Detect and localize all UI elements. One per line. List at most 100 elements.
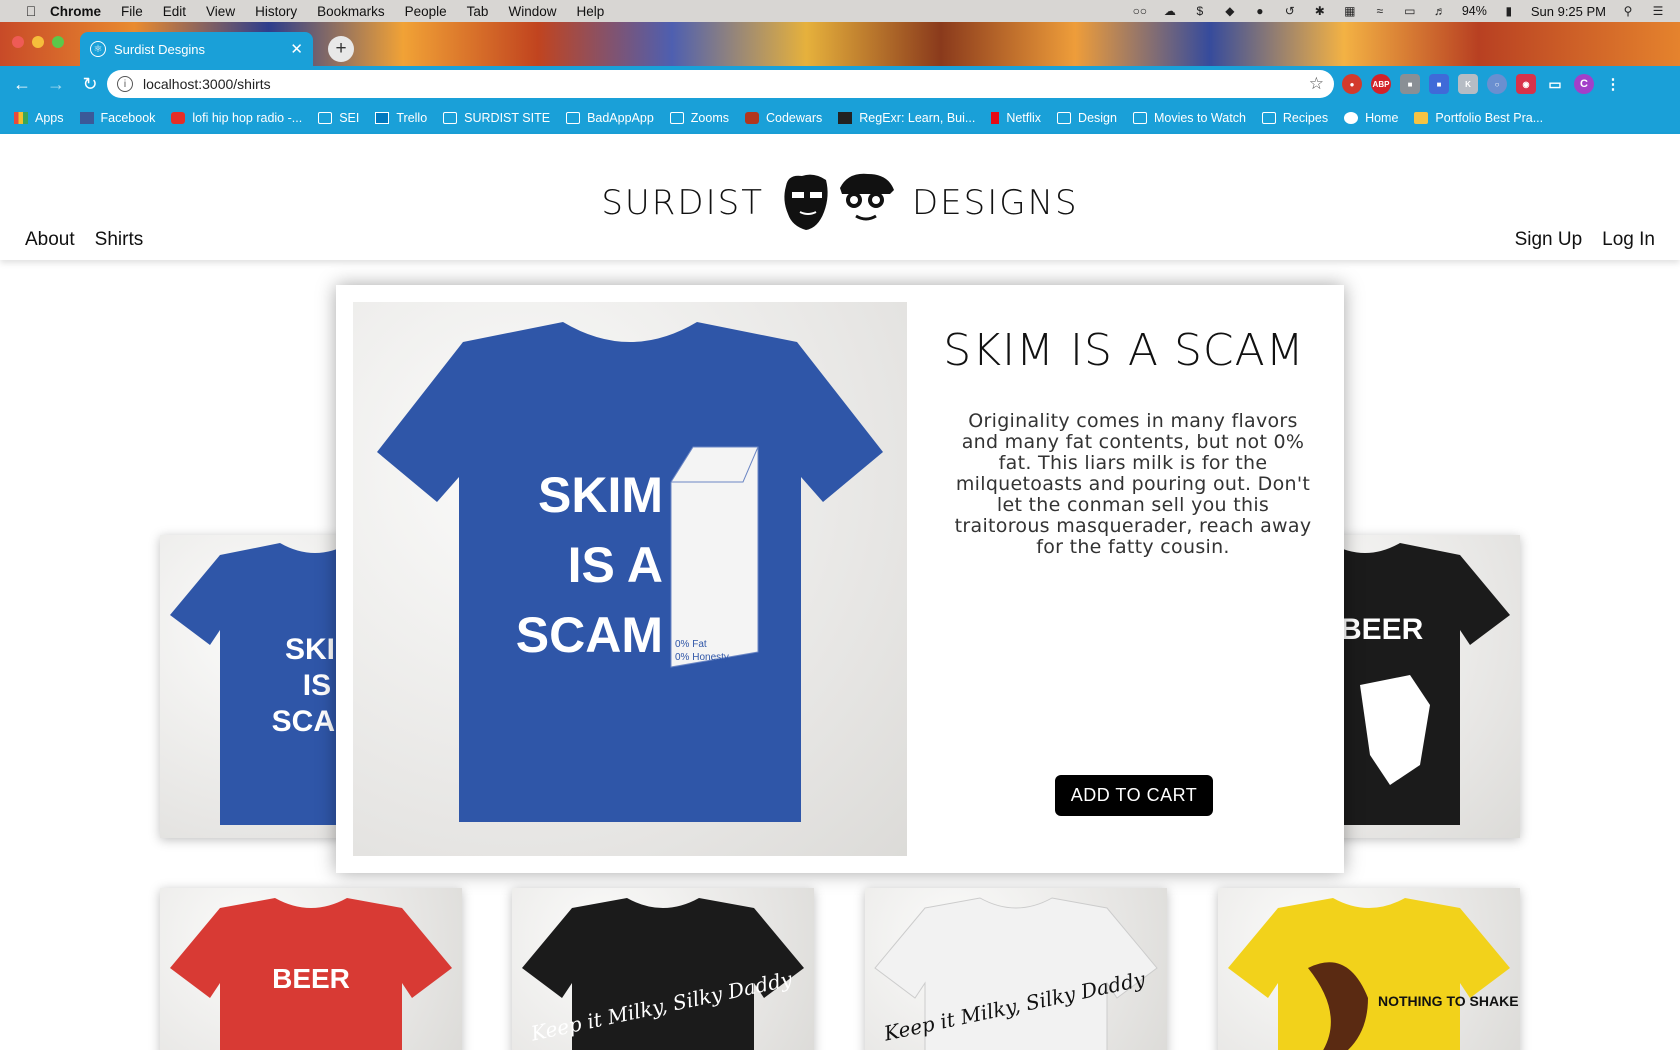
menu-edit[interactable]: Edit [163,4,186,19]
notification-center-icon[interactable]: ☰ [1650,4,1666,18]
bookmark-label: Design [1078,111,1117,125]
glasses-icon[interactable]: ○○ [1132,4,1148,18]
bookmark-surdist-site[interactable]: SURDIST SITE [443,111,550,125]
cloud-icon[interactable]: ☁ [1162,4,1178,18]
extension-k-icon[interactable]: K [1458,74,1478,94]
bookmark-label: Movies to Watch [1153,111,1246,125]
chrome-menu-icon[interactable]: ⋮ [1603,74,1623,94]
bookmark-label: Recipes [1282,111,1329,125]
bookmark-label: lofi hip hop radio -... [192,111,303,125]
bookmark-netflix[interactable]: Netflix [991,111,1041,125]
site-logo[interactable]: SURDIST DESIGNS [0,168,1680,238]
address-bar[interactable]: i localhost:3000/shirts ☆ [107,70,1334,98]
bookmark-facebook[interactable]: Facebook [79,111,156,125]
circle-icon[interactable]: ● [1252,4,1268,18]
bookmark-label: Facebook [100,111,156,125]
back-button[interactable]: ← [10,72,34,96]
tab-close-icon[interactable]: ✕ [290,40,303,58]
close-window-button[interactable] [12,36,24,48]
bookmark-star-icon[interactable]: ☆ [1309,74,1324,94]
main-nav: About Shirts [25,229,143,251]
battery-icon[interactable]: ▮ [1501,4,1517,18]
bookmark-badappapp[interactable]: BadAppApp [566,111,654,125]
zoom-window-button[interactable] [52,36,64,48]
shirt-text-scam: SCAM [516,607,663,663]
minimize-window-button[interactable] [32,36,44,48]
adblock-icon[interactable]: ABP [1371,74,1391,94]
nav-shirts[interactable]: Shirts [95,229,144,251]
extension-gray-icon[interactable]: ■ [1400,74,1420,94]
spotlight-icon[interactable]: ⚲ [1620,4,1636,18]
bookmark-label: SURDIST SITE [464,111,551,125]
extension-robot-icon[interactable]: ◉ [1516,74,1536,94]
extension-red-icon[interactable]: ● [1342,74,1362,94]
nav-log-in[interactable]: Log In [1602,229,1655,251]
dollar-icon[interactable]: $ [1192,4,1208,18]
youtube-icon [171,112,186,124]
bookmark-sei[interactable]: SEI [318,111,359,125]
volume-icon[interactable]: ♬ [1432,4,1448,18]
bookmark-apps[interactable]: Apps [14,111,64,125]
nav-about[interactable]: About [25,229,75,251]
shirt-text-is-a: IS A [568,537,663,593]
menu-help[interactable]: Help [576,4,604,19]
forward-button[interactable]: → [44,72,68,96]
codewars-icon [745,112,759,124]
bookmark-label: Apps [35,111,64,125]
menu-view[interactable]: View [206,4,235,19]
bookmark-home[interactable]: Home [1344,111,1398,125]
featured-product-card: SKIM IS A SCAM 0% Fat 0% Honesty SKIM IS… [336,285,1344,873]
menu-chrome[interactable]: Chrome [50,4,101,19]
battery-percent[interactable]: 94% [1462,4,1487,18]
folder-icon [566,112,581,124]
shirt-card-red-beer[interactable]: BEER [160,888,462,1050]
menu-window[interactable]: Window [508,4,556,19]
airplay-icon[interactable]: ▭ [1402,4,1418,18]
bookmark-label: Portfolio Best Pra... [1435,111,1544,125]
bookmark-codewars[interactable]: Codewars [745,111,822,125]
extension-circle-icon[interactable]: ○ [1487,74,1507,94]
menu-tab[interactable]: Tab [467,4,489,19]
trello-icon [375,112,390,124]
time-machine-icon[interactable]: ↺ [1282,4,1298,18]
site-info-icon[interactable]: i [117,76,133,92]
browser-toolbar: ← → ↻ i localhost:3000/shirts ☆ ● ABP ■ … [0,66,1680,102]
profile-avatar[interactable]: C [1574,74,1594,94]
bluetooth-icon[interactable]: ✱ [1312,4,1328,18]
dropbox-icon[interactable]: ◆ [1222,4,1238,18]
bookmark-portfolio[interactable]: Portfolio Best Pra... [1414,111,1543,125]
extension-blue-icon[interactable]: ■ [1429,74,1449,94]
url-text: localhost:3000/shirts [143,76,271,92]
shirt-white-image: Keep it Milky, Silky Daddy [874,897,1158,1050]
next-shirt-beer: BEER [1340,613,1424,646]
bookmark-regexr[interactable]: RegExr: Learn, Bui... [838,111,975,125]
bookmark-zooms[interactable]: Zooms [669,111,729,125]
active-tab[interactable]: ⚛ Surdist Desgins ✕ [80,32,313,66]
apple-icon[interactable]:  [22,3,40,19]
bookmark-lofi[interactable]: lofi hip hop radio -... [171,111,302,125]
extensions-area: ● ABP ■ ■ K ○ ◉ ▭ C ⋮ [1342,72,1623,96]
keyboard-icon[interactable]: ▦ [1342,4,1358,18]
shirt-card-yellow-banana[interactable]: NOTHING TO SHAKE YOUR [1218,888,1520,1050]
menu-bookmarks[interactable]: Bookmarks [317,4,385,19]
nav-sign-up[interactable]: Sign Up [1515,229,1583,251]
bookmark-label: RegExr: Learn, Bui... [859,111,976,125]
reload-button[interactable]: ↻ [78,72,102,96]
cast-icon[interactable]: ▭ [1545,74,1565,94]
menu-file[interactable]: File [121,4,143,19]
menu-people[interactable]: People [405,4,447,19]
shirt-card-white-milky[interactable]: Keep it Milky, Silky Daddy [865,888,1167,1050]
new-tab-button[interactable]: + [328,36,354,62]
bookmark-movies[interactable]: Movies to Watch [1132,111,1246,125]
bookmark-recipes[interactable]: Recipes [1261,111,1329,125]
clock[interactable]: Sun 9:25 PM [1531,4,1606,19]
portfolio-icon [1414,112,1429,124]
wifi-icon[interactable]: ≈ [1372,4,1388,18]
bookmark-label: SEI [339,111,360,125]
add-to-cart-button[interactable]: ADD TO CART [1055,775,1213,816]
menu-history[interactable]: History [255,4,297,19]
facebook-icon [79,112,94,124]
shirt-card-black-milky[interactable]: Keep it Milky, Silky Daddy [512,888,814,1050]
bookmark-trello[interactable]: Trello [375,111,427,125]
bookmark-design[interactable]: Design [1057,111,1117,125]
